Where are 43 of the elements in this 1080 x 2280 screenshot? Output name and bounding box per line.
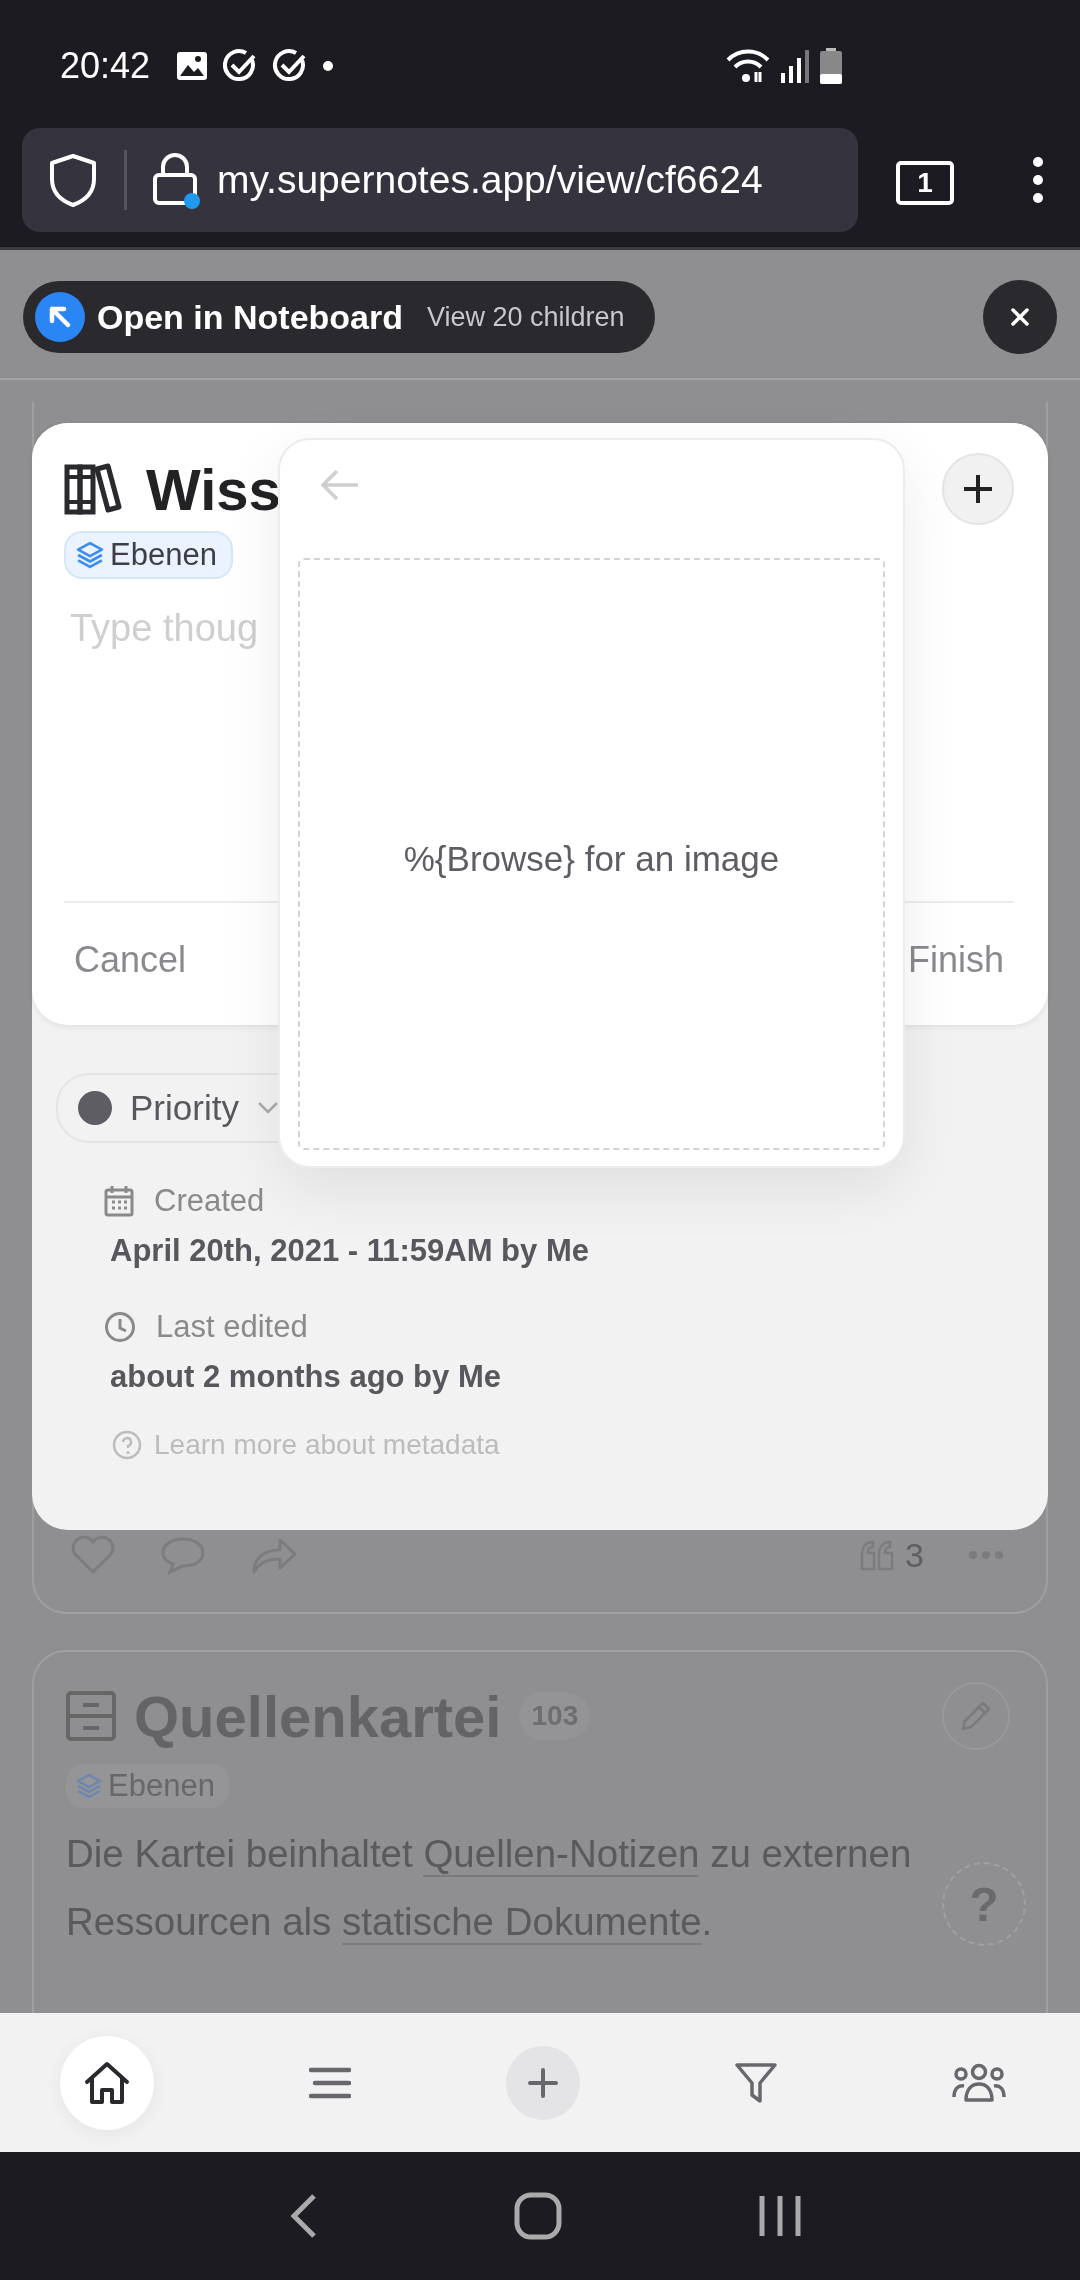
- home-icon: [83, 2059, 131, 2106]
- url-text: my.supernotes.app/view/cf6624: [217, 158, 763, 202]
- note-title: Wiss: [146, 455, 281, 523]
- close-icon: [1010, 307, 1030, 327]
- plus-icon: [527, 2066, 559, 2099]
- tag-chip[interactable]: Ebenen: [64, 531, 233, 579]
- open-in-noteboard-button[interactable]: Open in Noteboard View 20 children: [23, 281, 655, 353]
- cabinet-icon: [66, 1691, 116, 1741]
- books-icon: [64, 463, 122, 515]
- help-icon: [112, 1430, 142, 1460]
- browse-prompt: %{Browse} for an image: [403, 839, 780, 879]
- last-edited-date: about 2 months ago by Me: [110, 1359, 501, 1395]
- dot-icon: [78, 1091, 112, 1125]
- menu-icon[interactable]: [1031, 155, 1045, 205]
- last-edited-label: Last edited: [156, 1309, 308, 1345]
- clock-icon: [104, 1311, 136, 1343]
- dot-icon: [322, 59, 335, 72]
- layers-icon: [76, 541, 104, 569]
- calendar-icon: [104, 1185, 134, 1217]
- banner-title: Open in Noteboard: [97, 297, 403, 337]
- shield-icon[interactable]: [48, 153, 98, 207]
- plus-icon: [962, 473, 994, 505]
- signal-icon: [780, 48, 811, 83]
- recents-icon[interactable]: [758, 2194, 802, 2238]
- image-icon: [176, 50, 209, 81]
- wifi-icon: [726, 47, 771, 84]
- menu-icon: [309, 2066, 351, 2099]
- people-icon: [952, 2062, 1006, 2103]
- created-date: April 20th, 2021 - 11:59AM by Me: [110, 1233, 589, 1269]
- image-drop-zone[interactable]: %{Browse} for an image: [298, 558, 885, 1150]
- created-label: Created: [154, 1183, 265, 1219]
- lock-icon[interactable]: [151, 151, 201, 209]
- back-icon[interactable]: [288, 2193, 318, 2239]
- clock: 20:42: [60, 44, 151, 87]
- layers-icon: [76, 1773, 102, 1799]
- banner-subtitle: View 20 children: [427, 301, 625, 333]
- cancel-button[interactable]: Cancel: [64, 939, 197, 981]
- address-bar[interactable]: my.supernotes.app/view/cf6624: [22, 128, 858, 232]
- tab-count-button[interactable]: 1: [896, 161, 954, 205]
- home-button-icon[interactable]: [514, 2192, 562, 2240]
- chevron-down-icon: [256, 1101, 279, 1115]
- battery-icon: [820, 47, 843, 84]
- filter-icon: [734, 2060, 778, 2105]
